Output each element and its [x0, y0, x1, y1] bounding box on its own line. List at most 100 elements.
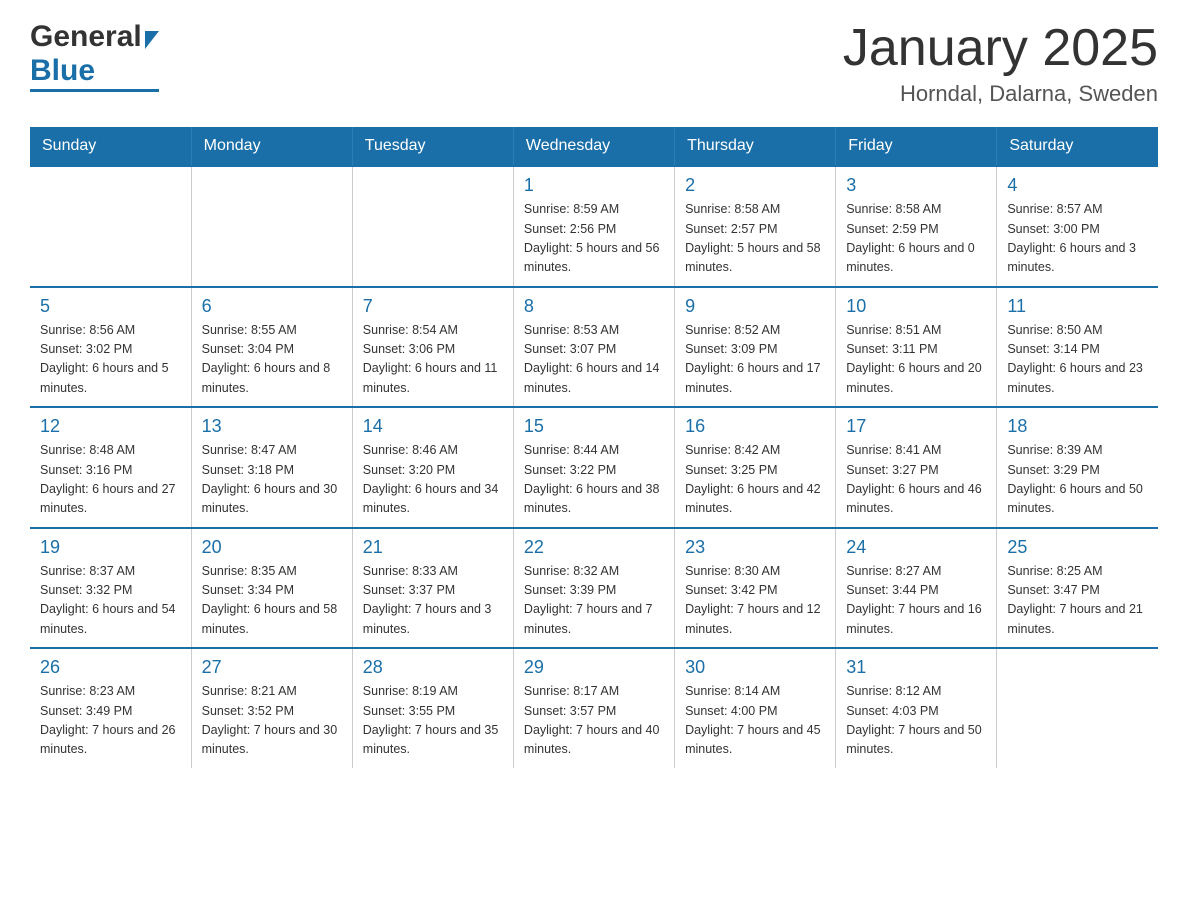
day-number: 28	[363, 657, 503, 678]
calendar-day-20: 20 Sunrise: 8:35 AM Sunset: 3:34 PM Dayli…	[191, 528, 352, 649]
calendar-day-17: 17 Sunrise: 8:41 AM Sunset: 3:27 PM Dayli…	[836, 407, 997, 528]
calendar-subtitle: Horndal, Dalarna, Sweden	[843, 81, 1158, 107]
day-number: 30	[685, 657, 825, 678]
logo-general-text: General	[30, 20, 142, 54]
day-number: 20	[202, 537, 342, 558]
day-number: 18	[1007, 416, 1148, 437]
calendar-day-1: 1Sunrise: 8:59 AM Sunset: 2:56 PM Daylig…	[513, 166, 674, 287]
empty-cell	[191, 166, 352, 287]
calendar-day-21: 21Sunrise: 8:33 AM Sunset: 3:37 PM Dayli…	[352, 528, 513, 649]
calendar-day-16: 16 Sunrise: 8:42 AM Sunset: 3:25 PM Dayli…	[675, 407, 836, 528]
day-info: Sunrise: 8:56 AM Sunset: 3:02 PM Dayligh…	[40, 321, 181, 399]
day-info: Sunrise: 8:12 AM Sunset: 4:03 PM Dayligh…	[846, 682, 986, 760]
calendar-week-row: 19Sunrise: 8:37 AM Sunset: 3:32 PM Dayli…	[30, 528, 1158, 649]
title-section: January 2025 Horndal, Dalarna, Sweden	[843, 20, 1158, 107]
calendar-day-23: 23 Sunrise: 8:30 AM Sunset: 3:42 PM Dayli…	[675, 528, 836, 649]
day-number: 12	[40, 416, 181, 437]
day-info: Sunrise: 8:30 AM Sunset: 3:42 PM Dayligh…	[685, 562, 825, 640]
day-number: 29	[524, 657, 664, 678]
day-info: Sunrise: 8:57 AM Sunset: 3:00 PM Dayligh…	[1007, 200, 1148, 278]
day-info: Sunrise: 8:23 AM Sunset: 3:49 PM Dayligh…	[40, 682, 181, 760]
calendar-week-row: 26 Sunrise: 8:23 AM Sunset: 3:49 PM Dayli…	[30, 648, 1158, 768]
day-info: Sunrise: 8:51 AM Sunset: 3:11 PM Dayligh…	[846, 321, 986, 399]
page-header: General Blue January 2025 Horndal, Dalar…	[30, 20, 1158, 107]
day-number: 13	[202, 416, 342, 437]
calendar-day-15: 15Sunrise: 8:44 AM Sunset: 3:22 PM Dayli…	[513, 407, 674, 528]
header-friday: Friday	[836, 127, 997, 166]
calendar-day-26: 26 Sunrise: 8:23 AM Sunset: 3:49 PM Dayli…	[30, 648, 191, 768]
day-number: 23	[685, 537, 825, 558]
calendar-day-13: 13 Sunrise: 8:47 AM Sunset: 3:18 PM Dayli…	[191, 407, 352, 528]
day-number: 19	[40, 537, 181, 558]
calendar-day-14: 14Sunrise: 8:46 AM Sunset: 3:20 PM Dayli…	[352, 407, 513, 528]
day-info: Sunrise: 8:47 AM Sunset: 3:18 PM Dayligh…	[202, 441, 342, 519]
calendar-header-row: SundayMondayTuesdayWednesdayThursdayFrid…	[30, 127, 1158, 166]
day-number: 22	[524, 537, 664, 558]
day-info: Sunrise: 8:25 AM Sunset: 3:47 PM Dayligh…	[1007, 562, 1148, 640]
day-number: 11	[1007, 296, 1148, 317]
header-monday: Monday	[191, 127, 352, 166]
day-info: Sunrise: 8:21 AM Sunset: 3:52 PM Dayligh…	[202, 682, 342, 760]
calendar-day-7: 7 Sunrise: 8:54 AM Sunset: 3:06 PM Daylig…	[352, 287, 513, 408]
day-number: 31	[846, 657, 986, 678]
calendar-title: January 2025	[843, 20, 1158, 77]
day-number: 8	[524, 296, 664, 317]
day-number: 5	[40, 296, 181, 317]
empty-cell	[30, 166, 191, 287]
day-number: 24	[846, 537, 986, 558]
day-info: Sunrise: 8:54 AM Sunset: 3:06 PM Dayligh…	[363, 321, 503, 399]
empty-cell	[352, 166, 513, 287]
day-info: Sunrise: 8:17 AM Sunset: 3:57 PM Dayligh…	[524, 682, 664, 760]
day-info: Sunrise: 8:33 AM Sunset: 3:37 PM Dayligh…	[363, 562, 503, 640]
logo: General Blue	[30, 20, 159, 92]
day-number: 26	[40, 657, 181, 678]
day-number: 3	[846, 175, 986, 196]
calendar-week-row: 1Sunrise: 8:59 AM Sunset: 2:56 PM Daylig…	[30, 166, 1158, 287]
calendar-day-12: 12Sunrise: 8:48 AM Sunset: 3:16 PM Dayli…	[30, 407, 191, 528]
calendar-day-28: 28 Sunrise: 8:19 AM Sunset: 3:55 PM Dayli…	[352, 648, 513, 768]
calendar-day-27: 27 Sunrise: 8:21 AM Sunset: 3:52 PM Dayli…	[191, 648, 352, 768]
calendar-day-9: 9Sunrise: 8:52 AM Sunset: 3:09 PM Daylig…	[675, 287, 836, 408]
day-number: 15	[524, 416, 664, 437]
day-info: Sunrise: 8:35 AM Sunset: 3:34 PM Dayligh…	[202, 562, 342, 640]
day-info: Sunrise: 8:53 AM Sunset: 3:07 PM Dayligh…	[524, 321, 664, 399]
logo-arrow-icon	[145, 31, 159, 49]
day-info: Sunrise: 8:14 AM Sunset: 4:00 PM Dayligh…	[685, 682, 825, 760]
calendar-day-11: 11 Sunrise: 8:50 AM Sunset: 3:14 PM Dayli…	[997, 287, 1158, 408]
day-info: Sunrise: 8:39 AM Sunset: 3:29 PM Dayligh…	[1007, 441, 1148, 519]
day-number: 7	[363, 296, 503, 317]
calendar-day-10: 10 Sunrise: 8:51 AM Sunset: 3:11 PM Dayli…	[836, 287, 997, 408]
calendar-day-25: 25 Sunrise: 8:25 AM Sunset: 3:47 PM Dayli…	[997, 528, 1158, 649]
header-wednesday: Wednesday	[513, 127, 674, 166]
day-number: 2	[685, 175, 825, 196]
day-number: 9	[685, 296, 825, 317]
header-thursday: Thursday	[675, 127, 836, 166]
calendar-day-2: 2Sunrise: 8:58 AM Sunset: 2:57 PM Daylig…	[675, 166, 836, 287]
day-info: Sunrise: 8:41 AM Sunset: 3:27 PM Dayligh…	[846, 441, 986, 519]
calendar-day-29: 29 Sunrise: 8:17 AM Sunset: 3:57 PM Dayli…	[513, 648, 674, 768]
day-info: Sunrise: 8:58 AM Sunset: 2:59 PM Dayligh…	[846, 200, 986, 278]
day-info: Sunrise: 8:32 AM Sunset: 3:39 PM Dayligh…	[524, 562, 664, 640]
logo-blue-text: Blue	[30, 54, 95, 88]
empty-cell	[997, 648, 1158, 768]
day-info: Sunrise: 8:19 AM Sunset: 3:55 PM Dayligh…	[363, 682, 503, 760]
day-number: 25	[1007, 537, 1148, 558]
day-info: Sunrise: 8:27 AM Sunset: 3:44 PM Dayligh…	[846, 562, 986, 640]
day-number: 10	[846, 296, 986, 317]
header-tuesday: Tuesday	[352, 127, 513, 166]
calendar-table: SundayMondayTuesdayWednesdayThursdayFrid…	[30, 127, 1158, 768]
logo-underline	[30, 89, 159, 92]
day-number: 17	[846, 416, 986, 437]
calendar-day-18: 18 Sunrise: 8:39 AM Sunset: 3:29 PM Dayli…	[997, 407, 1158, 528]
calendar-day-30: 30 Sunrise: 8:14 AM Sunset: 4:00 PM Dayli…	[675, 648, 836, 768]
day-info: Sunrise: 8:50 AM Sunset: 3:14 PM Dayligh…	[1007, 321, 1148, 399]
day-number: 16	[685, 416, 825, 437]
day-number: 4	[1007, 175, 1148, 196]
day-number: 27	[202, 657, 342, 678]
calendar-day-3: 3 Sunrise: 8:58 AM Sunset: 2:59 PM Daylig…	[836, 166, 997, 287]
calendar-day-22: 22 Sunrise: 8:32 AM Sunset: 3:39 PM Dayli…	[513, 528, 674, 649]
calendar-day-6: 6Sunrise: 8:55 AM Sunset: 3:04 PM Daylig…	[191, 287, 352, 408]
day-info: Sunrise: 8:42 AM Sunset: 3:25 PM Dayligh…	[685, 441, 825, 519]
calendar-day-4: 4 Sunrise: 8:57 AM Sunset: 3:00 PM Daylig…	[997, 166, 1158, 287]
calendar-day-8: 8 Sunrise: 8:53 AM Sunset: 3:07 PM Daylig…	[513, 287, 674, 408]
